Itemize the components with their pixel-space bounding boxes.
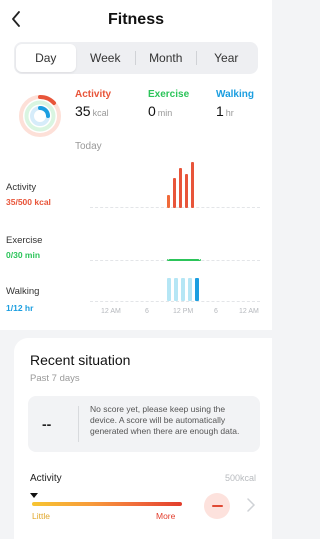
time-tick: 6 [145,308,149,315]
activity-stat: Activity 35 kcal [75,89,111,119]
time-tick: 12 PM [173,308,194,315]
fitness-panel: Fitness Day Week Month Year Activity 35 k… [0,0,272,330]
time-tick: 6 [214,308,218,315]
exercise-marker [167,259,201,261]
time-tick: 12 AM [239,308,259,315]
walking-baseline [90,301,260,302]
walking-bar [181,278,185,301]
walking-stat-label: Walking [216,89,254,100]
score-divider [78,406,79,442]
activity-level-label: Activity [30,473,62,484]
walking-stat-value: 1 hr [216,103,234,119]
header: Fitness [0,0,272,40]
exercise-row-value: 0/30 min [6,250,41,260]
exercise-row-label: Exercise [6,235,43,246]
tab-week[interactable]: Week [76,44,136,72]
walking-bar [195,278,199,301]
time-tick: 12 AM [101,308,121,315]
walking-bar [167,278,171,301]
score-message: No score yet, please keep using the devi… [90,404,240,437]
period-tabs: Day Week Month Year [14,42,258,74]
card-subtitle: Past 7 days [30,373,80,384]
tab-year[interactable]: Year [197,44,257,72]
walking-row-label: Walking [6,286,40,297]
activity-bar [179,168,182,208]
activity-row-value: 35/500 kcal [6,197,51,207]
daily-chart[interactable]: Activity 35/500 kcal Exercise 0/30 min W… [0,160,272,330]
activity-target: 500kcal [224,473,256,483]
date-label: Today [75,141,102,152]
activity-bar [191,162,194,208]
walking-bar [174,278,178,301]
minus-badge-icon [204,493,230,519]
activity-bar [185,174,188,208]
exercise-stat-value: 0 min [148,103,173,119]
walking-row-value: 1/12 hr [6,303,34,313]
score-box: -- No score yet, please keep using the d… [28,396,260,452]
activity-row-label: Activity [6,182,37,193]
scale-high-label: More [156,511,176,521]
activity-rings-icon [19,94,61,137]
card-title: Recent situation [30,352,131,368]
recent-situation-card[interactable]: Recent situation Past 7 days -- No score… [14,338,272,539]
activity-level-bar [32,502,182,506]
scale-low-label: Little [32,511,50,521]
activity-bar [173,178,176,208]
score-value: -- [42,416,52,432]
page-title: Fitness [107,11,164,28]
chevron-right-icon[interactable] [246,498,256,512]
exercise-stat-label: Exercise [148,89,190,100]
level-marker-icon [30,493,38,498]
activity-stat-value: 35 kcal [75,103,109,119]
exercise-stat: Exercise 0 min [148,89,189,119]
tab-month[interactable]: Month [136,44,196,72]
walking-stat: Walking 1 hr [216,89,254,119]
activity-stat-label: Activity [75,89,112,100]
walking-bar [188,278,192,301]
tab-day[interactable]: Day [16,44,76,72]
activity-bar [167,195,170,208]
